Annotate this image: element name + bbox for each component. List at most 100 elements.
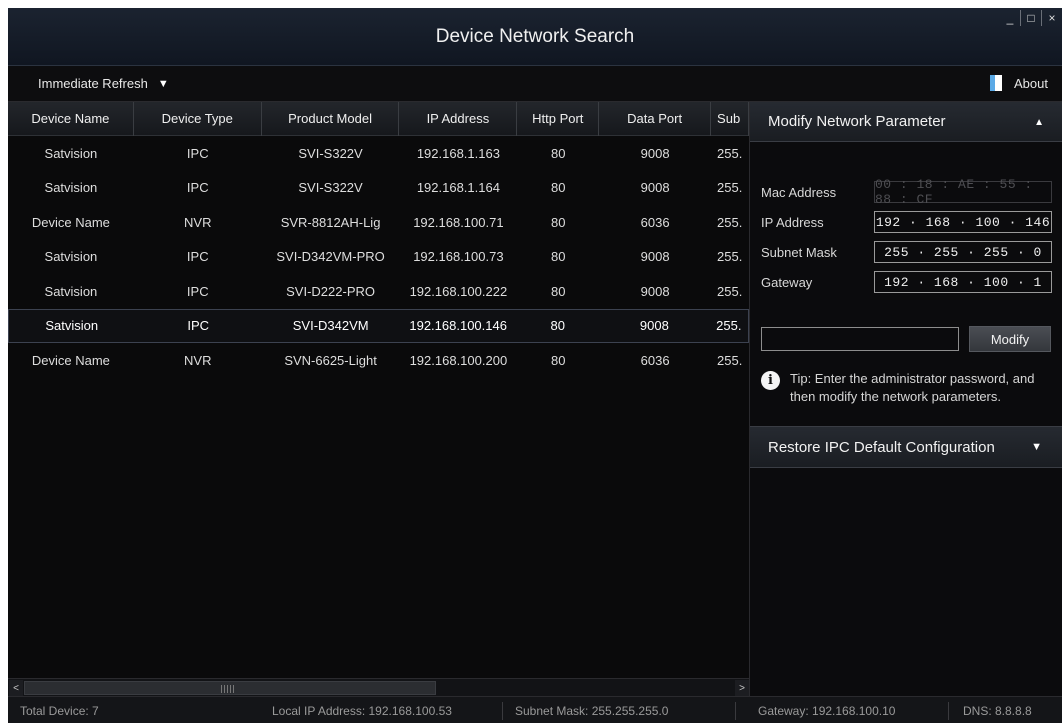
admin-password-input[interactable] — [761, 327, 959, 351]
scroll-left-arrow-icon[interactable]: < — [9, 680, 23, 696]
horizontal-scrollbar[interactable]: < > — [8, 678, 749, 696]
cell-product-model: SVI-D222-PRO — [286, 283, 375, 299]
cell-data-port: 6036 — [640, 214, 670, 230]
table-row[interactable]: Satvision IPC SVI-D342VM 192.168.100.146 80 9… — [8, 308, 749, 343]
column-header-subnet[interactable]: Sub — [711, 102, 749, 136]
info-icon: i — [761, 371, 780, 390]
cell-device-type: IPC — [186, 283, 209, 299]
cell-device-type: IPC — [186, 180, 209, 196]
cell-product-model: SVI-D342VM — [292, 318, 369, 334]
tip-message: i Tip: Enter the administrator password,… — [761, 370, 1061, 406]
table-row[interactable]: Satvision IPC SVI-D222-PRO 192.168.100.222 8… — [8, 274, 749, 309]
subnet-mask-label: Subnet Mask — [761, 245, 837, 260]
cell-http-port: 80 — [551, 352, 566, 368]
device-table: Device Name Device Type Product Model IP… — [8, 102, 750, 696]
cell-device-name: Satvision — [44, 249, 98, 265]
table-row[interactable]: Device Name NVR SVR-8812AH-Lig 192.168.100.… — [8, 205, 749, 240]
toolbar: Immediate Refresh ▼ About — [8, 66, 1062, 102]
cell-device-name: Satvision — [44, 283, 98, 299]
cell-ip-address: 192.168.100.200 — [409, 352, 508, 368]
cell-device-name: Satvision — [45, 318, 99, 334]
status-bar: Total Device: 7 Local IP Address: 192.16… — [8, 696, 1062, 723]
book-icon — [990, 75, 1003, 91]
cell-device-type: NVR — [184, 352, 212, 368]
title-bar: Device Network Search _ □ × — [8, 8, 1062, 66]
column-header-data-port[interactable]: Data Port — [599, 102, 712, 136]
cell-ip-address: 192.168.100.146 — [409, 318, 507, 334]
about-button[interactable]: About — [990, 75, 1048, 91]
restore-ipc-default-configuration-header[interactable]: Restore IPC Default Configuration ▼ — [750, 426, 1062, 468]
cell-device-name: Device Name — [31, 352, 110, 368]
subnet-mask-field[interactable]: 255 · 255 · 255 · 0 — [874, 241, 1052, 263]
cell-ip-address: 192.168.100.71 — [413, 214, 504, 230]
immediate-refresh-label: Immediate Refresh — [38, 76, 148, 91]
cell-device-type: IPC — [187, 318, 210, 334]
scroll-right-arrow-icon[interactable]: > — [735, 680, 749, 696]
window-title: Device Network Search — [435, 26, 635, 47]
cell-subnet: 255. — [717, 145, 743, 161]
cell-subnet: 255. — [717, 180, 743, 196]
table-row[interactable]: Device Name NVR SVN-6625-Light 192.168.100.… — [8, 343, 749, 378]
minimize-button[interactable]: _ — [1000, 8, 1020, 28]
cell-device-type: IPC — [186, 145, 209, 161]
total-device-count: Total Device: 7 — [20, 704, 99, 718]
modify-network-parameter-header[interactable]: Modify Network Parameter ▲ — [750, 102, 1062, 142]
cell-data-port: 9008 — [640, 145, 670, 161]
cell-device-name: Device Name — [31, 214, 110, 230]
cell-subnet: 255. — [717, 214, 743, 230]
window-controls: _ □ × — [1000, 8, 1062, 30]
table-header: Device Name Device Type Product Model IP… — [8, 102, 749, 136]
cell-ip-address: 192.168.100.73 — [413, 249, 504, 265]
scrollbar-thumb[interactable] — [24, 681, 436, 695]
cell-data-port: 9008 — [639, 318, 669, 334]
immediate-refresh-button[interactable]: Immediate Refresh ▼ — [38, 76, 169, 91]
restore-title: Restore IPC Default Configuration — [768, 438, 995, 456]
cell-data-port: 9008 — [640, 283, 670, 299]
modify-button[interactable]: Modify — [969, 326, 1051, 352]
dropdown-caret-icon[interactable]: ▼ — [158, 78, 169, 90]
gateway-status: Gateway: 192.168.100.10 — [758, 704, 896, 718]
close-button[interactable]: × — [1042, 8, 1062, 28]
status-divider — [502, 702, 503, 720]
cell-device-name: Satvision — [44, 180, 98, 196]
device-network-search-window: Device Network Search _ □ × Immediate Re… — [8, 8, 1062, 723]
mac-address-label: Mac Address — [761, 185, 837, 200]
gateway-field[interactable]: 192 · 168 · 100 · 1 — [874, 271, 1052, 293]
column-header-device-type[interactable]: Device Type — [134, 102, 262, 136]
cell-http-port: 80 — [550, 318, 565, 334]
column-header-http-port[interactable]: Http Port — [517, 102, 600, 136]
ip-address-field[interactable]: 192 · 168 · 100 · 146 — [874, 211, 1052, 233]
column-header-product-model[interactable]: Product Model — [262, 102, 400, 136]
cell-ip-address: 192.168.1.163 — [416, 145, 500, 161]
table-row[interactable]: Satvision IPC SVI-S322V 192.168.1.163 80 9008… — [8, 136, 749, 171]
cell-subnet: 255. — [717, 249, 743, 265]
panel-title: Modify Network Parameter — [768, 113, 946, 130]
ip-address-label: IP Address — [761, 215, 824, 230]
mac-address-field: 00 : 18 : AE : 55 : 88 : CF — [874, 177, 1052, 207]
local-ip-address: Local IP Address: 192.168.100.53 — [272, 704, 452, 718]
maximize-button[interactable]: □ — [1021, 8, 1041, 28]
cell-product-model: SVR-8812AH-Lig — [280, 214, 381, 230]
cell-ip-address: 192.168.1.164 — [416, 180, 500, 196]
cell-http-port: 80 — [551, 145, 566, 161]
collapse-up-icon[interactable]: ▲ — [1034, 117, 1044, 128]
cell-http-port: 80 — [551, 249, 566, 265]
cell-ip-address: 192.168.100.222 — [409, 283, 508, 299]
cell-device-type: NVR — [184, 214, 212, 230]
tip-text: Tip: Enter the administrator password, a… — [790, 371, 1035, 404]
cell-subnet: 255. — [716, 318, 742, 334]
cell-subnet: 255. — [717, 283, 743, 299]
column-header-ip-address[interactable]: IP Address — [399, 102, 518, 136]
column-header-device-name[interactable]: Device Name — [8, 102, 134, 136]
table-body: Satvision IPC SVI-S322V 192.168.1.163 80 9008… — [8, 136, 749, 378]
cell-device-type: IPC — [186, 249, 209, 265]
cell-subnet: 255. — [717, 352, 743, 368]
cell-product-model: SVI-D342VM-PRO — [276, 249, 385, 265]
cell-data-port: 9008 — [640, 180, 670, 196]
scrollbar-grip-icon — [221, 685, 235, 693]
table-row[interactable]: Satvision IPC SVI-S322V 192.168.1.164 80 9008… — [8, 171, 749, 206]
cell-data-port: 6036 — [640, 352, 670, 368]
table-row[interactable]: Satvision IPC SVI-D342VM-PRO 192.168.100.73… — [8, 240, 749, 275]
cell-product-model: SVN-6625-Light — [284, 352, 377, 368]
expand-down-icon[interactable]: ▼ — [1031, 441, 1042, 453]
